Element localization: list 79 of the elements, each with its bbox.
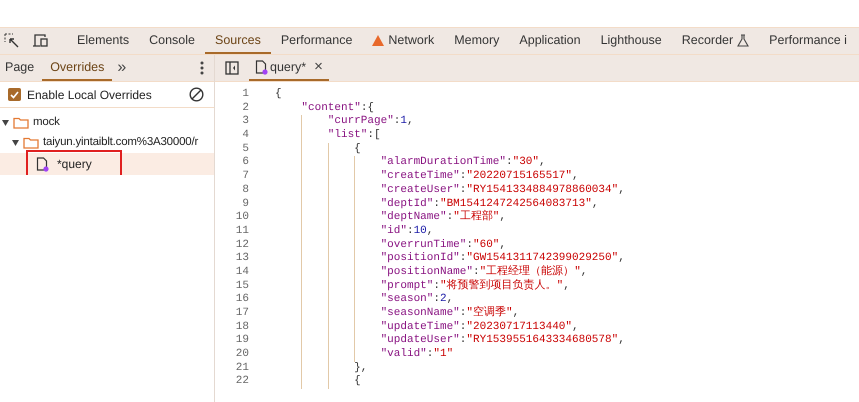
panel-tab[interactable]: Elements <box>67 28 140 54</box>
panel-tab[interactable]: Performance <box>270 28 362 54</box>
line-number: 15 <box>234 280 250 294</box>
line-number: 8 <box>241 184 250 198</box>
code-line: "seasonName":"空调季", <box>275 307 520 321</box>
line-number: 21 <box>234 362 250 376</box>
code-line: "season":2, <box>275 293 454 307</box>
line-number: 9 <box>241 198 250 212</box>
line-number: 19 <box>234 334 250 348</box>
panel-tab[interactable]: Console <box>139 28 205 54</box>
folder-icon <box>23 137 39 149</box>
tree-item[interactable]: mock <box>0 113 214 133</box>
code-line: "alarmDurationTime":"30", <box>275 156 546 170</box>
folder-name: taiyun.yintaiblt.com%3A30000/r <box>43 135 198 150</box>
code-line: "prompt":"将预警到项目负责人。", <box>275 280 570 294</box>
line-number: 22 <box>234 375 250 390</box>
panel-tab[interactable]: Lighthouse <box>590 28 672 54</box>
line-number: 10 <box>234 211 250 225</box>
line-number: 17 <box>234 307 250 321</box>
device-toggle-icon[interactable] <box>32 34 49 48</box>
folder-icon <box>13 117 29 129</box>
panel-tab[interactable]: Application <box>509 28 591 54</box>
panel-tab[interactable]: Recorder <box>672 28 760 54</box>
code-line: "updateUser":"RY1539551643334680578", <box>275 334 625 348</box>
code-line: "createTime":"20220715165517", <box>275 170 579 184</box>
line-number: 12 <box>234 238 250 252</box>
flask-icon <box>737 34 750 46</box>
line-number: 6 <box>241 156 250 170</box>
code-line: "overrunTime":"60", <box>275 238 506 252</box>
editor-tab[interactable]: query* × <box>249 55 329 81</box>
line-number: 7 <box>241 170 250 184</box>
inspect-element-icon[interactable] <box>4 33 20 49</box>
line-number: 3 <box>241 115 250 130</box>
panel-tab[interactable]: Memory <box>444 28 510 54</box>
line-number: 18 <box>234 320 250 334</box>
folder-name: mock <box>33 115 60 130</box>
code-line: { <box>275 142 361 156</box>
navigator-tab[interactable]: Page <box>0 55 40 81</box>
code-line: "positionId":"GW1541311742399029250", <box>275 252 625 266</box>
code-line: { <box>275 375 361 390</box>
tree-item[interactable]: taiyun.yintaiblt.com%3A30000/r <box>0 133 214 153</box>
code-line: "list":[ <box>275 129 381 143</box>
modified-file-icon <box>255 60 268 74</box>
line-number: 11 <box>234 224 250 239</box>
navigator-tab[interactable]: Overrides <box>42 55 112 81</box>
line-number: 4 <box>241 129 250 143</box>
file-name: *query <box>57 156 92 173</box>
more-tabs-button[interactable]: » <box>117 56 126 80</box>
code-line: }, <box>275 362 368 376</box>
checkmark-icon <box>10 90 19 98</box>
code-line: "positionName":"工程经理（能源）", <box>275 266 588 280</box>
code-line: "content":{ <box>300 102 374 115</box>
line-number: 1 <box>241 88 250 102</box>
expand-triangle-icon[interactable] <box>12 140 19 146</box>
clear-icon[interactable] <box>189 87 204 102</box>
line-number: 5 <box>241 142 250 156</box>
code-line: { <box>275 88 282 102</box>
line-number: 2 <box>241 102 250 116</box>
more-options-icon[interactable] <box>200 61 204 75</box>
code-line: "currPage":1, <box>275 115 414 130</box>
tree-item[interactable]: *query <box>0 153 214 175</box>
code-line: "createUser":"RY1541334884978860034", <box>275 184 625 198</box>
line-number: 20 <box>234 348 250 362</box>
warning-icon <box>372 34 384 46</box>
line-number: 16 <box>234 293 250 307</box>
checkbox-label: Enable Local Overrides <box>27 86 152 104</box>
code-line: "valid":"1" <box>275 348 454 362</box>
line-number: 14 <box>234 266 250 280</box>
enable-overrides-checkbox[interactable] <box>8 88 21 101</box>
code-line: "deptName":"工程部", <box>275 211 506 225</box>
code-line: "id":10, <box>275 224 434 239</box>
expand-triangle-icon[interactable] <box>2 120 9 126</box>
code-line: "updateTime":"20230717113440", <box>275 320 579 334</box>
panel-tab[interactable]: Performance i <box>759 28 857 54</box>
line-number: 13 <box>234 252 250 266</box>
panel-tab[interactable]: Network <box>362 28 444 54</box>
modified-file-icon <box>36 156 49 172</box>
close-tab-button[interactable]: × <box>314 56 323 78</box>
toggle-sidebar-icon[interactable] <box>225 61 239 75</box>
